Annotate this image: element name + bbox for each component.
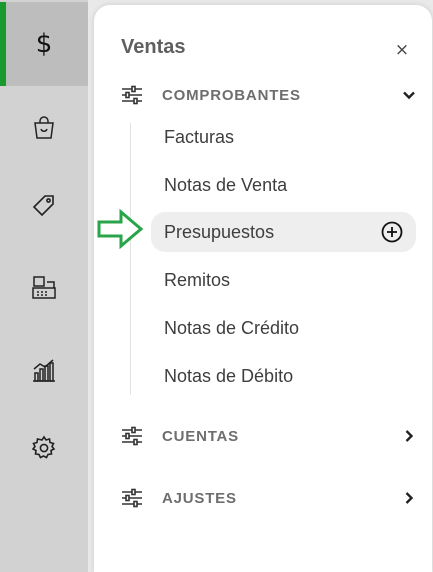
menu-item-presupuestos[interactable]: Presupuestos [151,212,416,252]
section-label: COMPROBANTES [162,86,301,104]
dollar-icon: $ [35,29,53,59]
cash-register-icon [32,276,56,299]
add-circle-icon[interactable] [381,221,403,243]
close-button[interactable]: × [393,41,411,59]
chevron-right-icon[interactable] [402,491,416,505]
section-cuentas[interactable]: CUENTAS [121,423,416,449]
rail-item-compras[interactable] [0,86,88,170]
rail-item-productos[interactable] [0,164,88,248]
gear-icon [31,435,56,459]
menu-item-remitos[interactable]: Remitos [151,260,416,300]
sliders-icon [122,426,142,446]
menu-item-facturas[interactable]: Facturas [151,117,416,157]
sliders-icon [122,488,142,508]
rail-item-configuracion[interactable] [0,406,88,490]
tag-icon [32,195,54,217]
panel-title: Ventas [121,36,186,58]
chevron-down-icon[interactable] [402,88,416,102]
shopping-bag-icon [34,116,54,139]
bar-chart-icon [33,359,55,382]
section-label: AJUSTES [162,489,237,507]
side-rail: $ [0,0,88,572]
section-ajustes[interactable]: AJUSTES [121,485,416,511]
menu-item-label: Presupuestos [164,221,275,242]
rail-item-caja[interactable] [0,246,88,330]
section-comprobantes[interactable]: COMPROBANTES [121,82,416,108]
menu-item-notas-de-debito[interactable]: Notas de Débito [151,356,416,396]
menu-item-notas-de-venta[interactable]: Notas de Venta [151,165,416,205]
rail-item-reportes[interactable] [0,328,88,412]
sliders-icon [122,85,142,105]
ventas-menu-panel: Ventas × COMPROBANTES Facturas Notas de … [94,5,432,572]
menu-item-notas-de-credito[interactable]: Notas de Crédito [151,308,416,348]
chevron-right-icon[interactable] [402,429,416,443]
section-label: CUENTAS [162,427,239,445]
arrow-right-icon [97,209,144,249]
rail-item-ventas[interactable]: $ [0,2,88,86]
tree-guide-line [130,123,131,395]
